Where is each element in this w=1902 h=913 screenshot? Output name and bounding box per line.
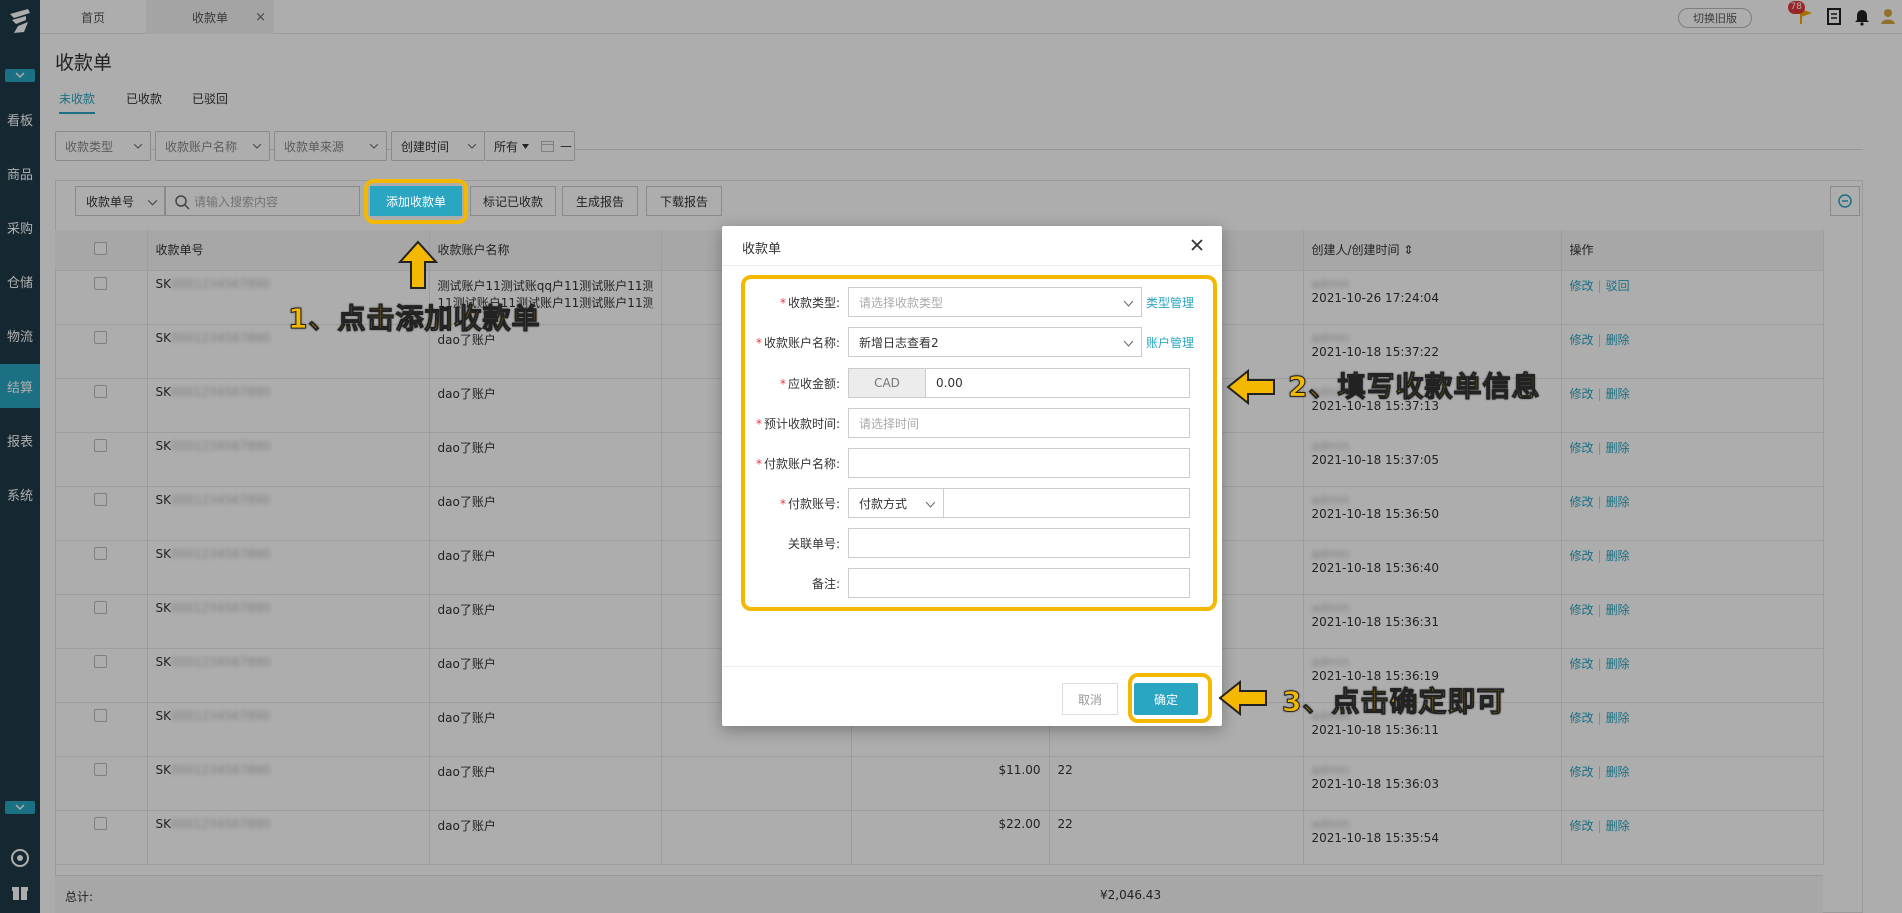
annotation-step2: 2、填写收款单信息	[1287, 370, 1541, 404]
highlight-frame-step1	[364, 179, 468, 224]
close-icon[interactable]	[1188, 236, 1206, 254]
highlight-frame-step2	[741, 275, 1217, 611]
annotation-step3: 3、点击确定即可	[1281, 685, 1506, 719]
highlight-frame-step3	[1128, 673, 1212, 723]
annotation-step1: 1、点击添加收款单	[287, 302, 541, 336]
dialog-header: 收款单	[722, 226, 1222, 266]
arrow-left-icon	[1218, 680, 1267, 716]
arrow-left-icon	[1226, 369, 1275, 405]
cancel-button[interactable]: 取消	[1062, 683, 1118, 715]
dialog-title: 收款单	[742, 242, 782, 257]
arrow-up-icon	[398, 240, 438, 289]
